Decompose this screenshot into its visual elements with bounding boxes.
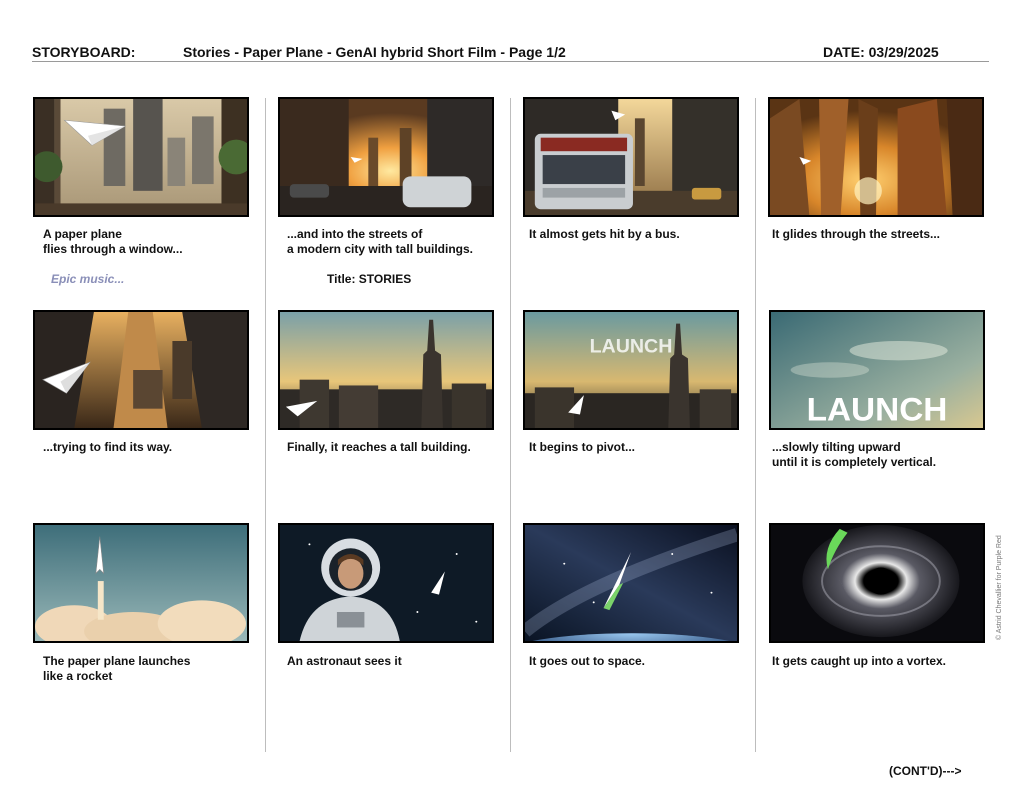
continued-label: (CONT'D)---> (889, 764, 962, 778)
panel-caption-10: An astronaut sees it (287, 654, 402, 668)
panel-caption-4: It glides through the streets... (772, 227, 941, 241)
panel-caption-8: ...slowly tilting upward until it is com… (772, 440, 937, 469)
storyboard-frame-6 (278, 310, 494, 430)
header-divider (32, 61, 989, 62)
storyboard-frame-7: LAUNCH (523, 310, 739, 430)
astronaut-image (280, 525, 492, 641)
skyscrapers-image (770, 99, 982, 215)
title-card-note: Title: STORIES (327, 272, 412, 286)
storyboard-frame-2 (278, 97, 494, 217)
bus-street-image (525, 99, 737, 215)
launch-small-text: LAUNCH (590, 336, 673, 358)
copyright-credit: © Astrid Chevallier for Purple Red (996, 535, 1003, 640)
black-hole-image (771, 525, 983, 641)
storyboard-frame-11 (523, 523, 739, 643)
panel-caption-1: A paper plane flies through a window... (43, 227, 183, 256)
panel-caption-5: ...trying to find its way. (43, 440, 173, 454)
earth-space-image (525, 525, 737, 641)
panel-caption-3: It almost gets hit by a bus. (529, 227, 680, 241)
storyboard-frame-4 (768, 97, 984, 217)
panel-caption-11: It goes out to space. (529, 654, 646, 668)
storyboard-frame-1 (33, 97, 249, 217)
panel-caption-2: ...and into the streets of a modern city… (287, 227, 474, 256)
storyboard-frame-3 (523, 97, 739, 217)
storyboard-frame-9 (33, 523, 249, 643)
empire-state-launch-image: LAUNCH (525, 312, 737, 428)
music-note: Epic music... (51, 272, 125, 286)
launch-big-text: LAUNCH (807, 391, 948, 428)
date-label: DATE: 03/29/2025 (823, 44, 939, 60)
storyboard-frame-5 (33, 310, 249, 430)
city-street-image (280, 99, 492, 215)
sky-launch-image: LAUNCH (771, 312, 983, 428)
aerial-city-image (35, 312, 247, 428)
panel-caption-9: The paper plane launches like a rocket (43, 654, 191, 683)
panel-caption-6: Finally, it reaches a tall building. (287, 440, 471, 454)
storyboard-frame-12 (769, 523, 985, 643)
window-city-image (35, 99, 247, 215)
storyboard-label: STORYBOARD: (32, 44, 136, 60)
rocket-launch-image (35, 525, 247, 641)
empire-state-image (280, 312, 492, 428)
storyboard-frame-10 (278, 523, 494, 643)
panel-caption-12: It gets caught up into a vortex. (772, 654, 947, 668)
page-title: Stories - Paper Plane - GenAI hybrid Sho… (183, 44, 566, 60)
storyboard-frame-8: LAUNCH (769, 310, 985, 430)
panel-caption-7: It begins to pivot... (529, 440, 635, 454)
